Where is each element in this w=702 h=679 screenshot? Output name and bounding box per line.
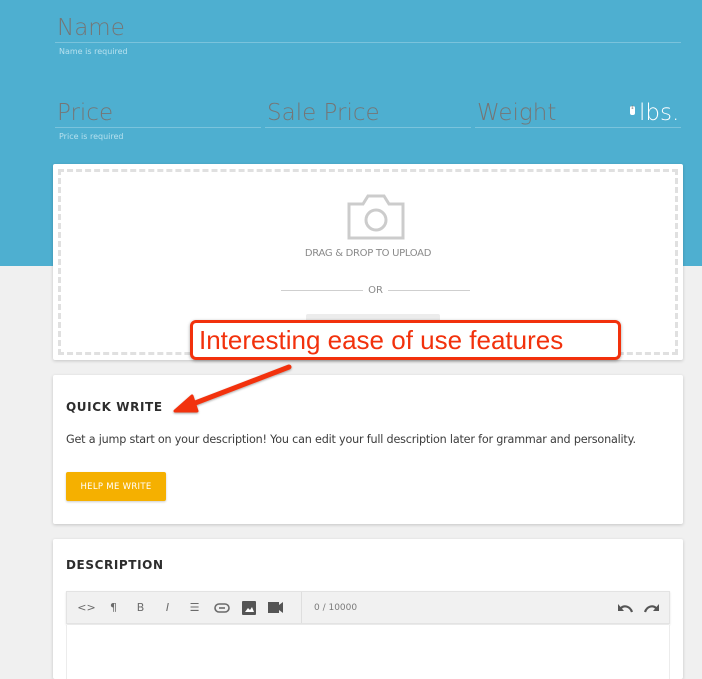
undo-icon[interactable]: [611, 603, 638, 613]
price-field: Price is required: [55, 98, 261, 141]
name-required-hint: Name is required: [59, 47, 128, 56]
italic-icon[interactable]: I: [154, 592, 181, 623]
character-counter: 0 / 10000: [314, 602, 358, 613]
image-icon[interactable]: [235, 592, 262, 623]
undo-glyph: [617, 603, 633, 612]
format-buttons: <> ¶ B I ☰: [67, 592, 289, 623]
quick-write-title: QUICK WRITE: [66, 400, 163, 414]
sale-price-input[interactable]: [265, 98, 471, 128]
name-input[interactable]: [55, 13, 681, 43]
sale-price-field: [265, 98, 471, 128]
history-buttons: [611, 603, 669, 613]
description-editor[interactable]: [66, 625, 670, 679]
help-me-write-button[interactable]: HELP ME WRITE: [66, 472, 166, 501]
redo-icon[interactable]: [638, 603, 665, 613]
toolbar-separator: [301, 592, 302, 623]
list-icon[interactable]: ☰: [181, 592, 208, 623]
quick-write-description: Get a jump start on your description! Yo…: [66, 433, 636, 446]
description-title: DESCRIPTION: [66, 558, 164, 572]
video-icon[interactable]: [262, 592, 289, 623]
description-card: DESCRIPTION <> ¶ B I ☰ 0 / 10000: [53, 539, 683, 679]
video-glyph: [268, 602, 283, 613]
divider-line: [281, 289, 364, 291]
price-required-hint: Price is required: [59, 132, 124, 141]
or-divider: OR: [281, 283, 471, 297]
bold-icon[interactable]: B: [127, 592, 154, 623]
link-glyph: [213, 602, 230, 613]
redo-glyph: [643, 603, 659, 612]
drag-drop-label: DRAG & DROP TO UPLOAD: [304, 248, 432, 259]
paragraph-icon[interactable]: ¶: [100, 592, 127, 623]
or-label: OR: [368, 284, 383, 296]
weight-unit: lbs.: [639, 100, 680, 126]
editor-toolbar: <> ¶ B I ☰ 0 / 10000: [66, 591, 670, 624]
camera-icon: [347, 194, 405, 240]
name-field: Name is required: [55, 13, 681, 56]
link-icon[interactable]: [208, 592, 235, 623]
quick-write-card: QUICK WRITE Get a jump start on your des…: [53, 375, 683, 524]
code-icon[interactable]: <>: [73, 592, 100, 623]
price-input[interactable]: [55, 98, 261, 128]
weight-spinner[interactable]: ⇕: [630, 106, 635, 115]
divider-line: [387, 289, 471, 291]
annotation-callout: Interesting ease of use features: [190, 320, 621, 360]
image-glyph: [241, 600, 256, 615]
